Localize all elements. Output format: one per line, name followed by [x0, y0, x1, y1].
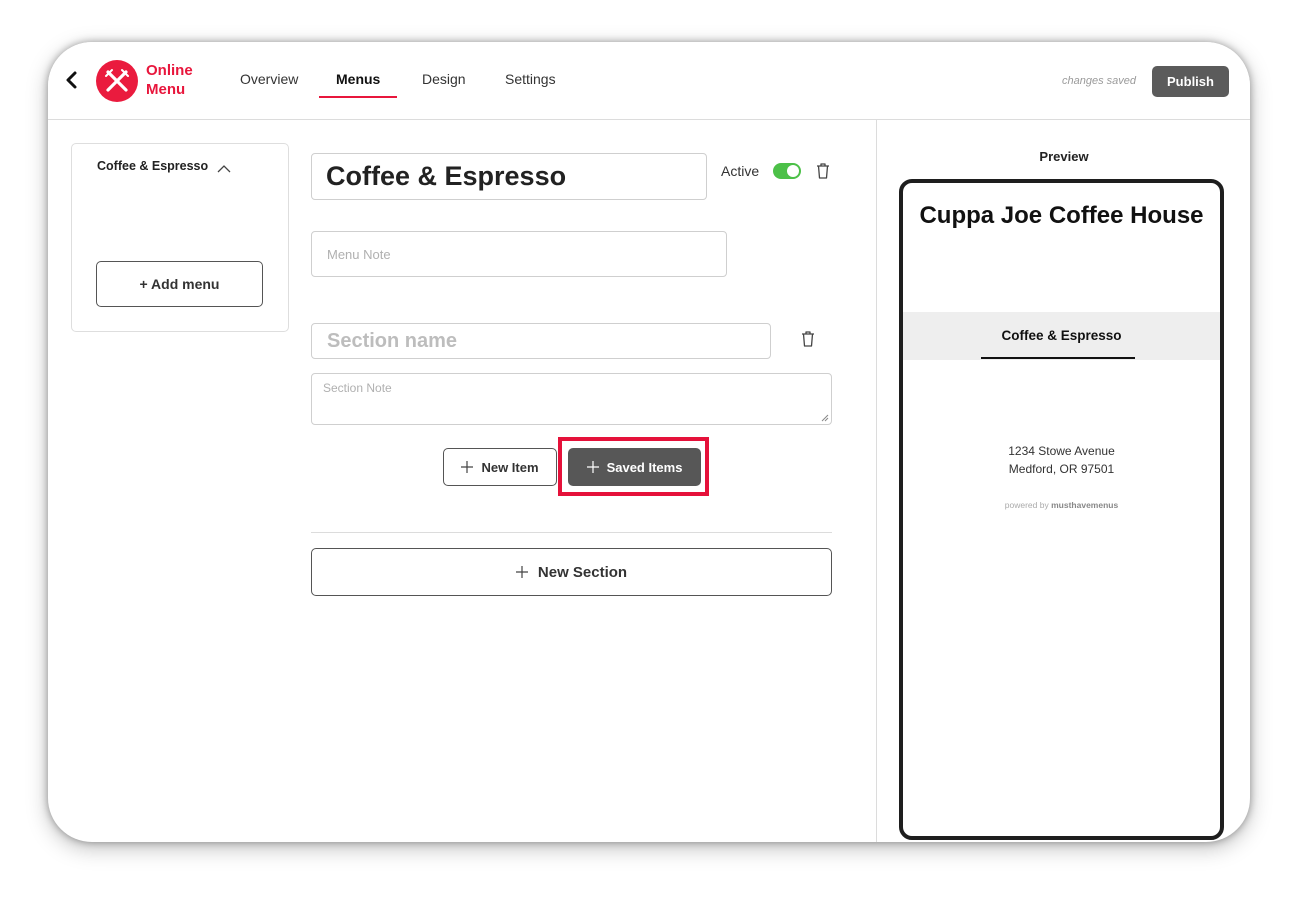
preview-title: Preview — [1039, 149, 1089, 164]
trash-icon[interactable] — [800, 330, 816, 353]
plus-icon — [586, 461, 599, 473]
preview-tab-underline — [981, 357, 1135, 359]
save-status: changes saved — [1062, 75, 1136, 87]
top-header: Online Menu Overview Menus Design Settin… — [48, 42, 1250, 120]
active-tab-indicator — [319, 96, 397, 98]
back-icon[interactable] — [64, 70, 80, 90]
tab-overview[interactable]: Overview — [240, 71, 298, 87]
preview-menu-tab[interactable]: Coffee & Espresso — [903, 328, 1220, 343]
address-line-1: 1234 Stowe Avenue — [1008, 444, 1115, 458]
active-label: Active — [721, 163, 760, 179]
active-toggle[interactable] — [773, 163, 801, 179]
new-section-button[interactable]: New Section — [311, 548, 832, 596]
section-divider — [311, 532, 832, 533]
powered-brand: musthavemenus — [1051, 500, 1119, 510]
tab-design[interactable]: Design — [422, 71, 466, 87]
powered-by: powered by musthavemenus — [903, 500, 1220, 510]
resize-grip-icon[interactable] — [821, 414, 829, 422]
address-line-2: Medford, OR 97501 — [1008, 462, 1115, 476]
new-item-label: New Item — [481, 459, 539, 475]
app-window: Online Menu Overview Menus Design Settin… — [48, 42, 1250, 842]
chevron-up-icon[interactable] — [217, 161, 231, 179]
preview-panel: Preview Cuppa Joe Coffee House Coffee & … — [876, 120, 1250, 842]
menu-list-panel: Coffee & Espresso + Add menu — [71, 143, 289, 332]
section-name-field[interactable]: Section name — [311, 323, 771, 359]
tab-menus[interactable]: Menus — [336, 71, 380, 87]
menu-note-field[interactable]: Menu Note — [311, 231, 727, 277]
new-item-button[interactable]: New Item — [443, 448, 557, 486]
publish-button[interactable]: Publish — [1152, 66, 1229, 97]
powered-prefix: powered by — [1004, 500, 1049, 510]
fork-knife-icon — [96, 60, 138, 102]
menu-list-item[interactable]: Coffee & Espresso — [97, 159, 208, 173]
plus-icon — [461, 461, 474, 473]
plus-icon — [515, 566, 528, 578]
trash-icon[interactable] — [815, 162, 831, 185]
preview-menu-bar: Coffee & Espresso — [903, 312, 1220, 360]
new-section-label: New Section — [537, 563, 628, 581]
menu-name-input[interactable]: Coffee & Espresso — [311, 153, 707, 200]
restaurant-name: Cuppa Joe Coffee House — [919, 202, 1204, 229]
app-name: Online Menu — [146, 62, 193, 98]
add-menu-button[interactable]: + Add menu — [96, 261, 263, 307]
section-note-field[interactable]: Section Note — [311, 373, 832, 425]
phone-preview: Cuppa Joe Coffee House Coffee & Espresso… — [899, 179, 1224, 840]
saved-items-button[interactable]: Saved Items — [568, 448, 701, 486]
tab-settings[interactable]: Settings — [505, 71, 556, 87]
section-note-placeholder: Section Note — [323, 381, 392, 395]
saved-items-label: Saved Items — [606, 459, 683, 475]
